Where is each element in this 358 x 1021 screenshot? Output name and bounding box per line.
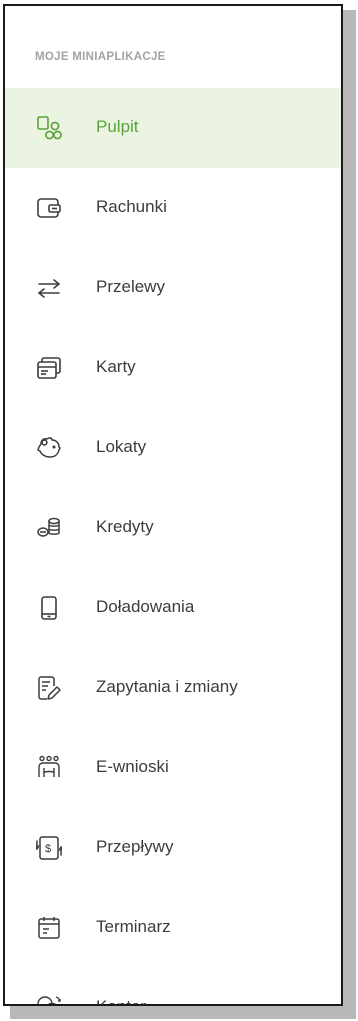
screenshot-frame: MOJE MINIAPLIKACJE Pulpit Rachunki Przel… bbox=[0, 0, 358, 1021]
menu-item-kantor[interactable]: € Kantor bbox=[5, 968, 341, 1004]
menu-item-lokaty[interactable]: Lokaty bbox=[5, 408, 341, 488]
coins-icon bbox=[36, 515, 62, 541]
piggy-bank-icon bbox=[36, 435, 62, 461]
menu-item-label: Karty bbox=[96, 357, 136, 376]
currency-exchange-icon: € bbox=[36, 995, 62, 1004]
menu-item-label: E-wnioski bbox=[96, 757, 169, 776]
svg-text:$: $ bbox=[45, 843, 51, 855]
calendar-icon bbox=[36, 915, 62, 941]
menu-item-label: Kredyty bbox=[96, 517, 154, 536]
cards-icon bbox=[36, 355, 62, 381]
menu-item-pulpit[interactable]: Pulpit bbox=[5, 88, 341, 168]
menu-item-label: Przepływy bbox=[96, 837, 174, 856]
document-edit-icon bbox=[36, 675, 62, 701]
wallet-icon bbox=[36, 195, 62, 221]
section-title: MOJE MINIAPLIKACJE bbox=[35, 51, 166, 63]
people-group-icon bbox=[36, 755, 62, 781]
menu-item-rachunki[interactable]: Rachunki bbox=[5, 168, 341, 248]
menu-item-label: Zapytania i zmiany bbox=[96, 677, 238, 696]
miniapps-menu-panel: MOJE MINIAPLIKACJE Pulpit Rachunki Przel… bbox=[3, 4, 343, 1006]
mobile-phone-icon bbox=[36, 595, 62, 621]
dashboard-icon bbox=[36, 115, 62, 141]
menu-item-label: Przelewy bbox=[96, 277, 165, 296]
transfer-arrows-icon bbox=[36, 275, 62, 301]
cash-flow-icon: $ bbox=[36, 835, 62, 861]
menu-item-doladowania[interactable]: Doładowania bbox=[5, 568, 341, 648]
menu-item-label: Pulpit bbox=[96, 117, 139, 136]
menu-item-karty[interactable]: Karty bbox=[5, 328, 341, 408]
menu-item-label: Terminarz bbox=[96, 917, 171, 936]
menu-item-terminarz[interactable]: Terminarz bbox=[5, 888, 341, 968]
menu-item-label: Rachunki bbox=[96, 197, 167, 216]
menu-item-e-wnioski[interactable]: E-wnioski bbox=[5, 728, 341, 808]
menu-item-label: Lokaty bbox=[96, 437, 147, 456]
menu-item-przeplywy[interactable]: $ Przepływy bbox=[5, 808, 341, 888]
miniapps-menu: Pulpit Rachunki Przelewy Karty Lokaty Kr… bbox=[5, 88, 341, 1004]
menu-item-przelewy[interactable]: Przelewy bbox=[5, 248, 341, 328]
menu-item-kredyty[interactable]: Kredyty bbox=[5, 488, 341, 568]
menu-item-zapytania[interactable]: Zapytania i zmiany bbox=[5, 648, 341, 728]
menu-item-label: Doładowania bbox=[96, 597, 195, 616]
menu-item-label: Kantor bbox=[96, 997, 146, 1004]
